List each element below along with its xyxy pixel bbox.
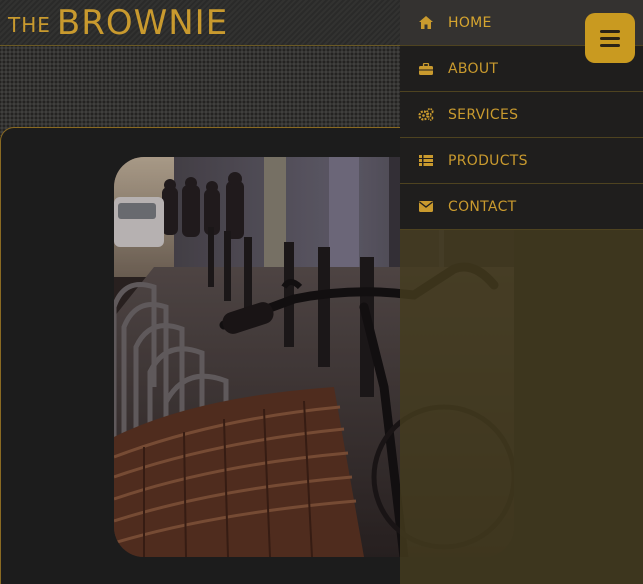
gears-icon [418,107,434,123]
nav-label-home: HOME [448,14,492,31]
hamburger-icon [600,43,620,47]
list-icon [418,153,434,169]
nav-label-services: SERVICES [448,106,519,123]
hamburger-icon [600,29,620,33]
nav-item-services[interactable]: SERVICES [400,92,643,138]
nav-item-contact[interactable]: CONTACT [400,184,643,230]
site-logo[interactable]: THE BROWNIE [8,1,228,51]
envelope-icon [418,199,434,215]
home-icon [418,15,434,31]
nav-label-contact: CONTACT [448,198,517,215]
briefcase-icon [418,61,434,77]
nav-label-about: ABOUT [448,60,499,77]
hamburger-icon [600,36,620,40]
menu-toggle-button[interactable] [585,13,635,63]
nav-item-products[interactable]: PRODUCTS [400,138,643,184]
nav-label-products: PRODUCTS [448,152,528,169]
brand-name: BROWNIE [56,3,229,43]
brand-prefix: THE [8,13,51,37]
